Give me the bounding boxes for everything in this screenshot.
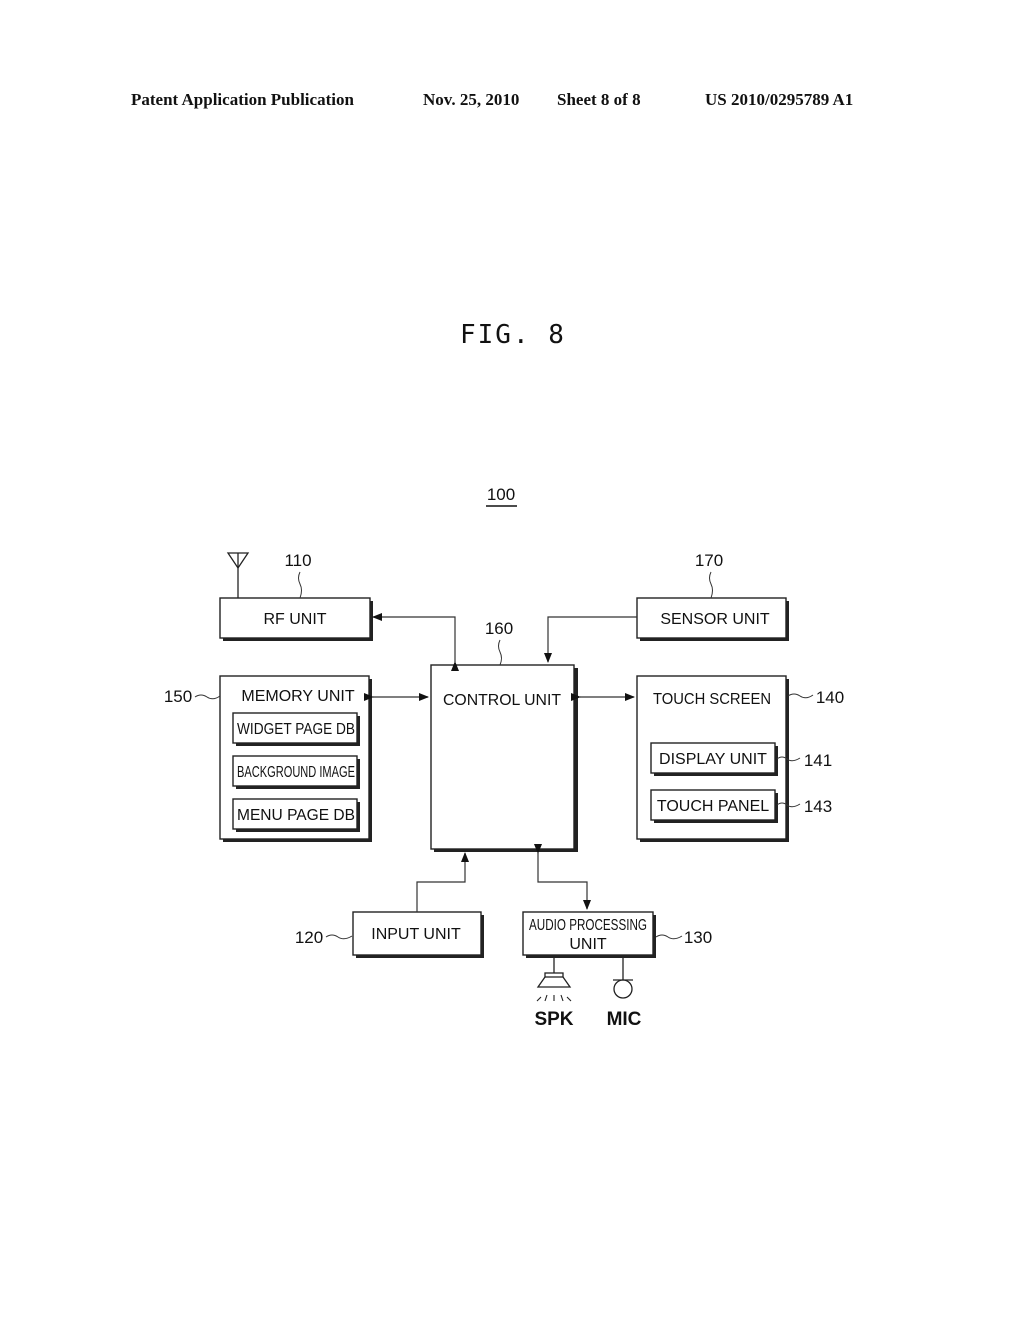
sensor-unit-block: SENSOR UNIT (636, 597, 789, 641)
rf-unit-block: RF UNIT (219, 597, 373, 641)
rf-control-connector (372, 613, 459, 671)
audio-unit-label-line1: AUDIO PROCESSING (529, 917, 647, 934)
touch-screen-ref: 140 (816, 688, 844, 707)
sensor-unit-label: SENSOR UNIT (660, 611, 770, 628)
microphone-icon (613, 958, 633, 999)
audio-unit-label-line2: UNIT (569, 936, 607, 953)
control-unit-ref: 160 (485, 619, 513, 638)
control-unit-leader (498, 639, 502, 666)
input-unit-leader (325, 934, 353, 940)
audio-processing-unit-block: AUDIO PROCESSING UNIT (522, 911, 656, 958)
speaker-label: SPK (534, 1009, 573, 1030)
sensor-control-connector (544, 616, 637, 663)
mic-label: MIC (607, 1009, 642, 1030)
speaker-icon (536, 958, 572, 1002)
audio-unit-leader (655, 934, 683, 940)
menu-page-db: MENU PAGE DB (237, 807, 355, 824)
display-unit-ref: 141 (804, 751, 832, 770)
touch-panel-label: TOUCH PANEL (657, 798, 769, 815)
system-ref: 100 (487, 485, 515, 504)
memory-unit-block: MEMORY UNIT WIDGET PAGE DB BACKGROUND IM… (219, 675, 372, 842)
block-diagram: 100 RF UNIT 110 SENSOR UNIT 170 CONTROL … (164, 485, 844, 1030)
widget-page-db: WIDGET PAGE DB (237, 721, 355, 738)
input-unit-block: INPUT UNIT (352, 911, 484, 958)
control-unit-block: CONTROL UNIT (430, 664, 578, 852)
touch-screen-block: TOUCH SCREEN DISPLAY UNIT TOUCH PANEL (636, 675, 789, 842)
memory-unit-label: MEMORY UNIT (241, 688, 354, 705)
rf-unit-label: RF UNIT (263, 611, 326, 628)
antenna-icon (226, 552, 250, 598)
input-control-connector (416, 852, 469, 912)
memory-unit-ref: 150 (164, 687, 192, 706)
sensor-unit-ref: 170 (695, 551, 723, 570)
display-unit-label: DISPLAY UNIT (659, 751, 767, 768)
sensor-unit-leader (709, 571, 713, 599)
input-unit-label: INPUT UNIT (371, 926, 461, 943)
rf-unit-leader (298, 571, 302, 599)
rf-unit-ref: 110 (284, 551, 311, 570)
background-image-db: BACKGROUND IMAGE (237, 764, 355, 781)
touch-panel-ref: 143 (804, 797, 832, 816)
control-unit-label: CONTROL UNIT (443, 692, 561, 709)
audio-unit-ref: 130 (684, 928, 712, 947)
control-audio-connector (534, 844, 591, 910)
input-unit-ref: 120 (295, 928, 323, 947)
memory-unit-leader (194, 694, 221, 700)
touch-screen-label: TOUCH SCREEN (653, 691, 771, 708)
touch-screen-leader (787, 693, 814, 699)
